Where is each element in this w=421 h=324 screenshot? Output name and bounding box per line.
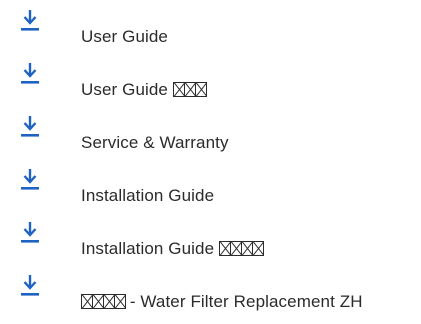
missing-glyph-box bbox=[194, 82, 207, 97]
unrendered-glyphs bbox=[172, 80, 207, 99]
download-link-label[interactable]: Service & Warranty bbox=[81, 133, 229, 152]
download-item-user-guide[interactable]: User Guide bbox=[0, 9, 421, 49]
missing-glyph-box bbox=[114, 294, 126, 309]
download-tray-bar bbox=[21, 240, 39, 243]
missing-glyph-box bbox=[251, 241, 264, 256]
download-tray-bar bbox=[21, 81, 39, 84]
download-tray-bar bbox=[21, 187, 39, 190]
download-icon[interactable] bbox=[21, 168, 39, 192]
download-tray-bar bbox=[21, 134, 39, 137]
download-icon[interactable] bbox=[21, 221, 39, 245]
download-arrow-graphic bbox=[21, 222, 39, 243]
download-icon[interactable] bbox=[21, 9, 39, 33]
download-link-label[interactable]: User Guide bbox=[81, 80, 173, 99]
download-arrow-graphic bbox=[21, 116, 39, 137]
document-download-list: User Guide User Guide Service & Warranty… bbox=[0, 0, 421, 324]
download-link-label[interactable]: Installation Guide bbox=[81, 186, 214, 205]
download-link-label[interactable]: - Water Filter Replacement ZH bbox=[125, 292, 363, 311]
download-icon[interactable] bbox=[21, 274, 39, 298]
unrendered-glyphs bbox=[218, 239, 264, 258]
download-link-label[interactable]: User Guide bbox=[81, 27, 168, 46]
download-arrow-graphic bbox=[21, 169, 39, 190]
download-icon[interactable] bbox=[21, 62, 39, 86]
download-tray-bar bbox=[21, 293, 39, 296]
download-item-installation-guide[interactable]: Installation Guide bbox=[0, 168, 421, 208]
download-icon[interactable] bbox=[21, 115, 39, 139]
download-item-user-guide-zh[interactable]: User Guide bbox=[0, 62, 421, 102]
unrendered-glyphs bbox=[81, 292, 126, 311]
download-arrow-graphic bbox=[21, 63, 39, 84]
download-item-installation-guide-zh[interactable]: Installation Guide bbox=[0, 221, 421, 261]
download-item-service-warranty[interactable]: Service & Warranty bbox=[0, 115, 421, 155]
download-arrow-graphic bbox=[21, 275, 39, 296]
download-arrow-graphic bbox=[21, 10, 39, 31]
download-tray-bar bbox=[21, 28, 39, 31]
download-link-label[interactable]: Installation Guide bbox=[81, 239, 219, 258]
download-item-water-filter-replacement-zh[interactable]: - Water Filter Replacement ZH bbox=[0, 274, 421, 314]
